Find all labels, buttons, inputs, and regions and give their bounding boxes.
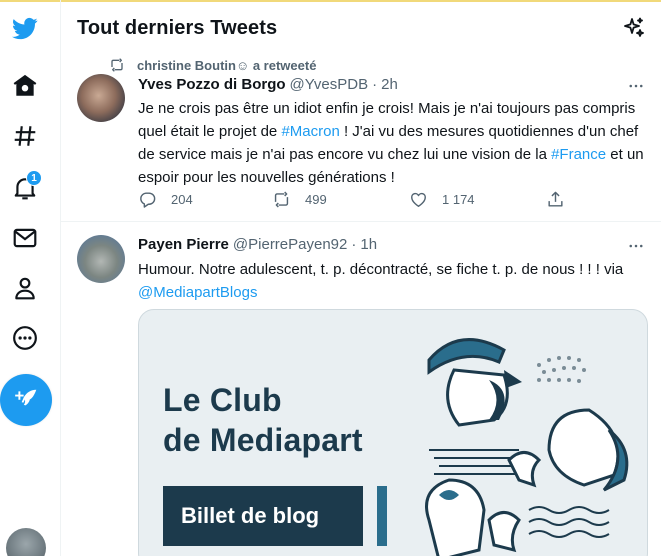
retweet-icon <box>274 191 289 208</box>
feather-plus-icon <box>15 389 37 406</box>
tweet-text: Humour. Notre adulescent, t. p. décontra… <box>138 258 648 304</box>
author-handle[interactable]: @YvesPDB <box>290 76 369 93</box>
reply-count: 204 <box>171 192 193 207</box>
speaking-heads-illustration <box>425 338 629 556</box>
tweet-header: Payen Pierre @PierrePayen92 · 1h <box>138 236 377 253</box>
notification-badge: 1 <box>26 170 42 186</box>
mention-link[interactable]: @MediapartBlogs <box>138 284 257 301</box>
home-icon[interactable] <box>0 66 50 106</box>
compose-tweet-button[interactable] <box>0 374 52 426</box>
retweet-context: christine Boutin☺ a retweeté <box>109 56 316 74</box>
card-title-line: Le Club <box>163 382 282 418</box>
link-card[interactable]: Le Club de Mediapart Billet de blog <box>138 309 648 556</box>
left-nav: 1 <box>0 0 60 556</box>
reply-button[interactable]: 204 <box>138 190 193 209</box>
account-avatar[interactable] <box>6 528 46 556</box>
like-button[interactable]: 1 174 <box>409 190 475 209</box>
hashtag-link[interactable]: #Macron <box>281 123 339 140</box>
retweeted-by-label[interactable]: christine Boutin☺ a retweeté <box>137 58 316 73</box>
author-avatar[interactable] <box>77 235 125 283</box>
twitter-logo-icon[interactable] <box>0 8 50 48</box>
card-blog-badge: Billet de blog <box>163 486 387 546</box>
explore-hashtag-icon[interactable] <box>0 116 50 156</box>
author-handle[interactable]: @PierrePayen92 <box>233 236 347 253</box>
more-options-circle-icon[interactable] <box>0 318 50 358</box>
author-avatar[interactable] <box>77 74 125 122</box>
page-title: Tout derniers Tweets <box>77 16 278 39</box>
messages-envelope-icon[interactable] <box>0 218 50 258</box>
share-upload-icon <box>548 191 563 207</box>
more-icon[interactable] <box>626 76 646 96</box>
retweet-icon <box>111 58 123 72</box>
retweet-button[interactable]: 499 <box>272 190 327 209</box>
author-name[interactable]: Yves Pozzo di Borgo <box>138 76 286 93</box>
profile-person-icon[interactable] <box>0 268 50 308</box>
separator-dot: · <box>372 76 378 93</box>
card-title-line: de Mediapart <box>163 422 363 458</box>
retweet-count: 499 <box>305 192 327 207</box>
hashtag-link[interactable]: #France <box>551 146 606 163</box>
more-icon[interactable] <box>626 236 646 256</box>
main-timeline: Tout derniers Tweets christine Boutin☺ a… <box>60 0 661 556</box>
card-badge-edge <box>377 486 387 546</box>
like-count: 1 174 <box>442 192 475 207</box>
tweet-text: Je ne crois pas être un idiot enfin je c… <box>138 97 648 189</box>
reply-icon <box>140 192 156 208</box>
tweet-time[interactable]: 1h <box>360 236 377 253</box>
sparkle-icon[interactable] <box>622 16 646 40</box>
share-button[interactable] <box>546 190 579 209</box>
card-title: Le Club de Mediapart <box>163 380 363 460</box>
tweet-header: Yves Pozzo di Borgo @YvesPDB · 2h <box>138 76 398 93</box>
separator-dot: · <box>351 236 357 253</box>
timeline-header: Tout derniers Tweets <box>61 0 661 56</box>
tweet-actions: 204 499 1 174 <box>138 190 578 212</box>
tweet[interactable]: Payen Pierre @PierrePayen92 · 1h Humour.… <box>61 223 661 556</box>
tweet-time[interactable]: 2h <box>381 76 398 93</box>
heart-icon <box>411 192 426 207</box>
card-badge-label: Billet de blog <box>181 503 320 528</box>
tweet[interactable]: christine Boutin☺ a retweeté Yves Pozzo … <box>61 56 661 222</box>
author-name[interactable]: Payen Pierre <box>138 236 229 253</box>
tweet-text-part: Humour. Notre adulescent, t. p. décontra… <box>138 261 624 278</box>
notifications-bell-icon[interactable]: 1 <box>0 168 50 208</box>
